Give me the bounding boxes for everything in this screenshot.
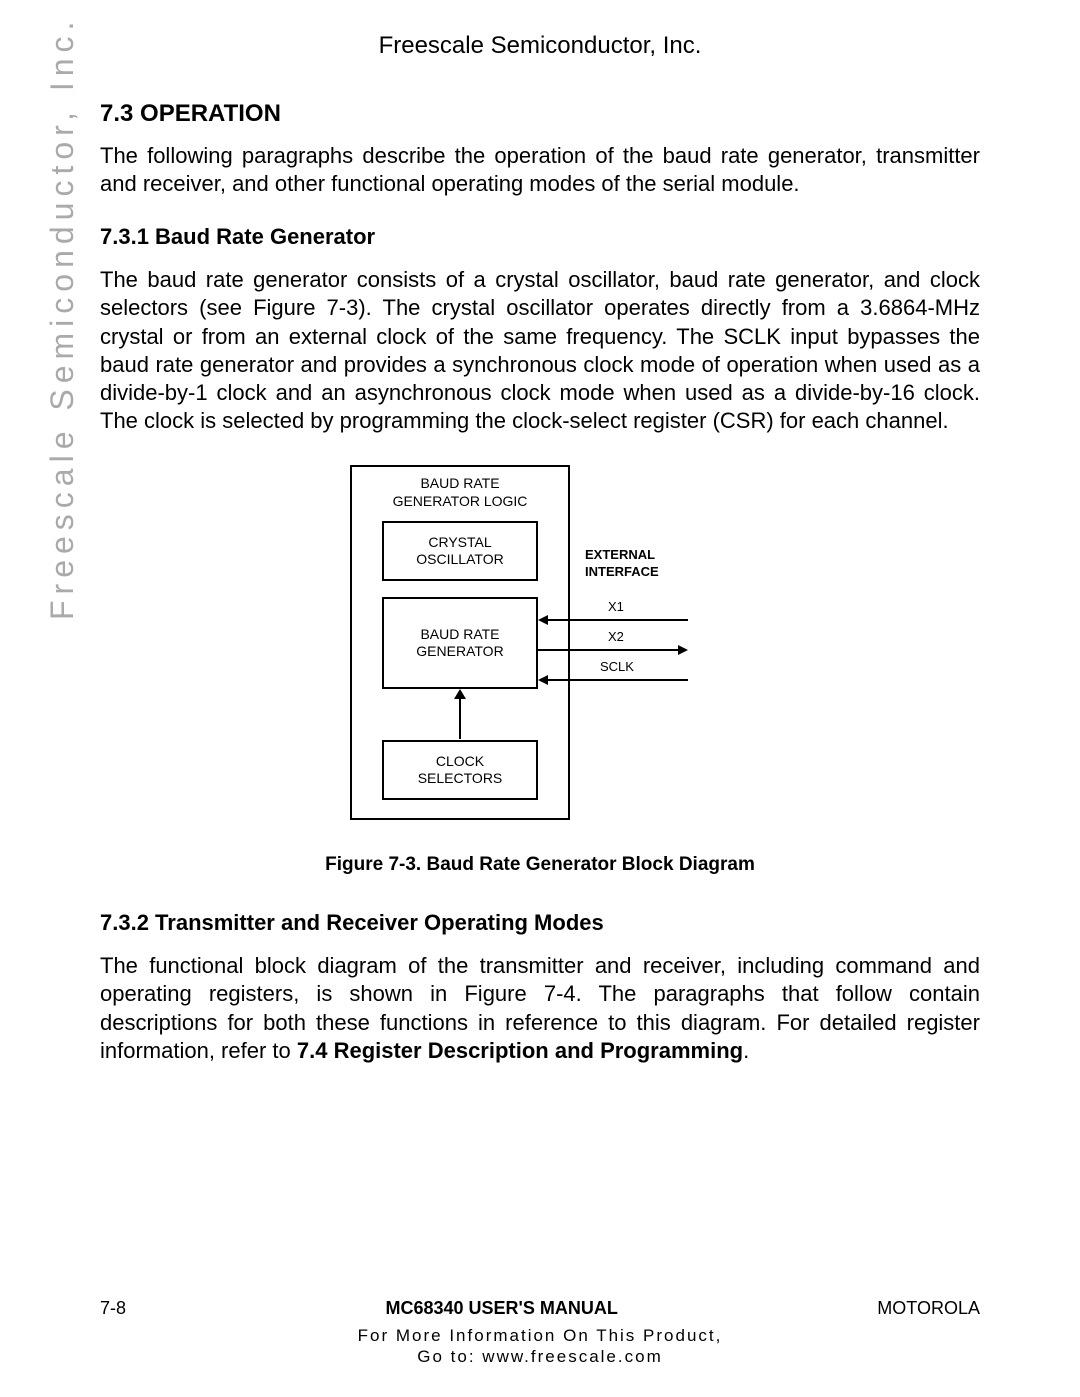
figure-7-3: BAUD RATE GENERATOR LOGIC CRYSTAL OSCILL… (100, 465, 980, 830)
diagram-box-baud-rate-generator: BAUD RATE GENERATOR (382, 597, 538, 689)
diagram-container: BAUD RATE GENERATOR LOGIC CRYSTAL OSCILL… (350, 465, 730, 825)
diagram-top-label-l1: BAUD RATE (420, 475, 499, 491)
arrow-up-icon (450, 689, 470, 741)
footer-page-number: 7-8 (100, 1298, 126, 1319)
diagram-box-crystal-l2: OSCILLATOR (416, 551, 503, 567)
section-heading-7-3: 7.3 OPERATION (100, 100, 980, 128)
diagram-box-crystal-oscillator: CRYSTAL OSCILLATOR (382, 521, 538, 581)
arrow-left-icon-2 (538, 673, 688, 687)
diagram-signal-x1: X1 (608, 599, 624, 614)
diagram-box-clk-l2: SELECTORS (418, 770, 503, 786)
figure-7-3-caption: Figure 7-3. Baud Rate Generator Block Di… (100, 854, 980, 876)
section-7-3-2-para: The functional block diagram of the tran… (100, 952, 980, 1065)
section-heading-7-3-2: 7.3.2 Transmitter and Receiver Operating… (100, 910, 980, 936)
section-7-3-intro: The following paragraphs describe the op… (100, 142, 980, 198)
footer-manual-title: MC68340 USER'S MANUAL (385, 1298, 617, 1319)
diagram-box-clk-l1: CLOCK (436, 753, 484, 769)
footer-info: For More Information On This Product, Go… (100, 1325, 980, 1368)
diagram-box-brg-l2: GENERATOR (416, 643, 503, 659)
section-heading-7-3-1: 7.3.1 Baud Rate Generator (100, 224, 980, 250)
page-footer: 7-8 MC68340 USER'S MANUAL MOTOROLA For M… (100, 1298, 980, 1368)
diagram-box-clock-selectors: CLOCK SELECTORS (382, 740, 538, 800)
section-7-3-2-ref: 7.4 Register Description and Programming (297, 1038, 743, 1063)
arrow-left-icon (538, 613, 688, 627)
diagram-box-brg-l1: BAUD RATE (420, 626, 499, 642)
diagram-signal-sclk: SCLK (600, 659, 634, 674)
diagram-top-label-l2: GENERATOR LOGIC (393, 493, 528, 509)
footer-info-l1: For More Information On This Product, (358, 1326, 723, 1345)
diagram-ext-l1: EXTERNAL (585, 547, 655, 562)
diagram-ext-l2: INTERFACE (585, 564, 659, 579)
section-7-3-2-text-after: . (743, 1038, 749, 1063)
diagram-signal-x2: X2 (608, 629, 624, 644)
footer-info-l2: Go to: www.freescale.com (417, 1347, 662, 1366)
diagram-top-label: BAUD RATE GENERATOR LOGIC (350, 475, 570, 510)
arrow-right-icon (538, 643, 688, 657)
footer-brand: MOTOROLA (877, 1298, 980, 1319)
section-7-3-1-para: The baud rate generator consists of a cr… (100, 266, 980, 435)
diagram-box-crystal-l1: CRYSTAL (428, 534, 491, 550)
diagram-external-interface-label: EXTERNAL INTERFACE (585, 547, 659, 581)
watermark-text: Freescale Semiconductor, Inc. (44, 16, 81, 620)
page: Freescale Semiconductor, Inc. Freescale … (0, 0, 1080, 1397)
footer-row: 7-8 MC68340 USER'S MANUAL MOTOROLA (100, 1298, 980, 1319)
header-company: Freescale Semiconductor, Inc. (100, 32, 980, 60)
